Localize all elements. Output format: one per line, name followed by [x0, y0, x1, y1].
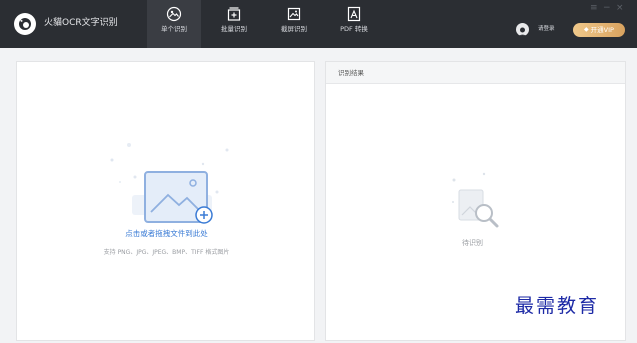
login-link[interactable]: 请登录 [538, 26, 555, 33]
top-bar: 火貓OCR文字识别 单个识别 批量识别 截屏识别 PDF 转换 ≡ − × 请登… [0, 0, 637, 48]
app-logo-icon [14, 13, 36, 35]
menu-icon[interactable]: ≡ [590, 3, 598, 13]
tab-label: 截屏识别 [281, 25, 307, 33]
watermark-text: 最需教育 [515, 295, 600, 317]
tab-label: 单个识别 [161, 25, 187, 33]
tab-single-recognition[interactable]: 单个识别 [147, 0, 201, 48]
tab-screenshot-recognition[interactable]: 截屏识别 [267, 0, 321, 48]
magnifier-empty-icon [452, 172, 499, 228]
app-window: 火貓OCR文字识别 单个识别 批量识别 截屏识别 PDF 转换 ≡ − × 请登… [0, 0, 637, 343]
supported-formats-text: 支持 PNG、JPG、JPEG、BMP、TIFF 格式图片 [103, 249, 230, 256]
pdf-convert-icon [347, 6, 361, 22]
drop-zone-label[interactable]: 点击或者拖拽文件到此处 [17, 229, 316, 239]
minimize-button[interactable]: − [603, 3, 611, 13]
upload-panel[interactable]: 点击或者拖拽文件到此处 支持 PNG、JPG、JPEG、BMP、TIFF 格式图… [16, 61, 315, 341]
tab-batch-recognition[interactable]: 批量识别 [207, 0, 261, 48]
vip-label: 开通VIP [590, 26, 614, 34]
app-title: 火貓OCR文字识别 [44, 18, 118, 28]
screenshot-crop-icon [287, 7, 301, 21]
tab-label: 批量识别 [221, 25, 247, 33]
vip-button[interactable]: ◆ 开通VIP [573, 23, 625, 37]
batch-add-icon [227, 7, 241, 21]
diamond-icon: ◆ [584, 26, 589, 33]
pending-status: 待识别 [462, 239, 483, 247]
tab-label: PDF 转换 [340, 25, 368, 33]
user-avatar-icon[interactable] [516, 23, 529, 36]
close-button[interactable]: × [616, 3, 624, 13]
tab-pdf-convert[interactable]: PDF 转换 [327, 0, 381, 48]
single-scan-icon [166, 6, 182, 22]
